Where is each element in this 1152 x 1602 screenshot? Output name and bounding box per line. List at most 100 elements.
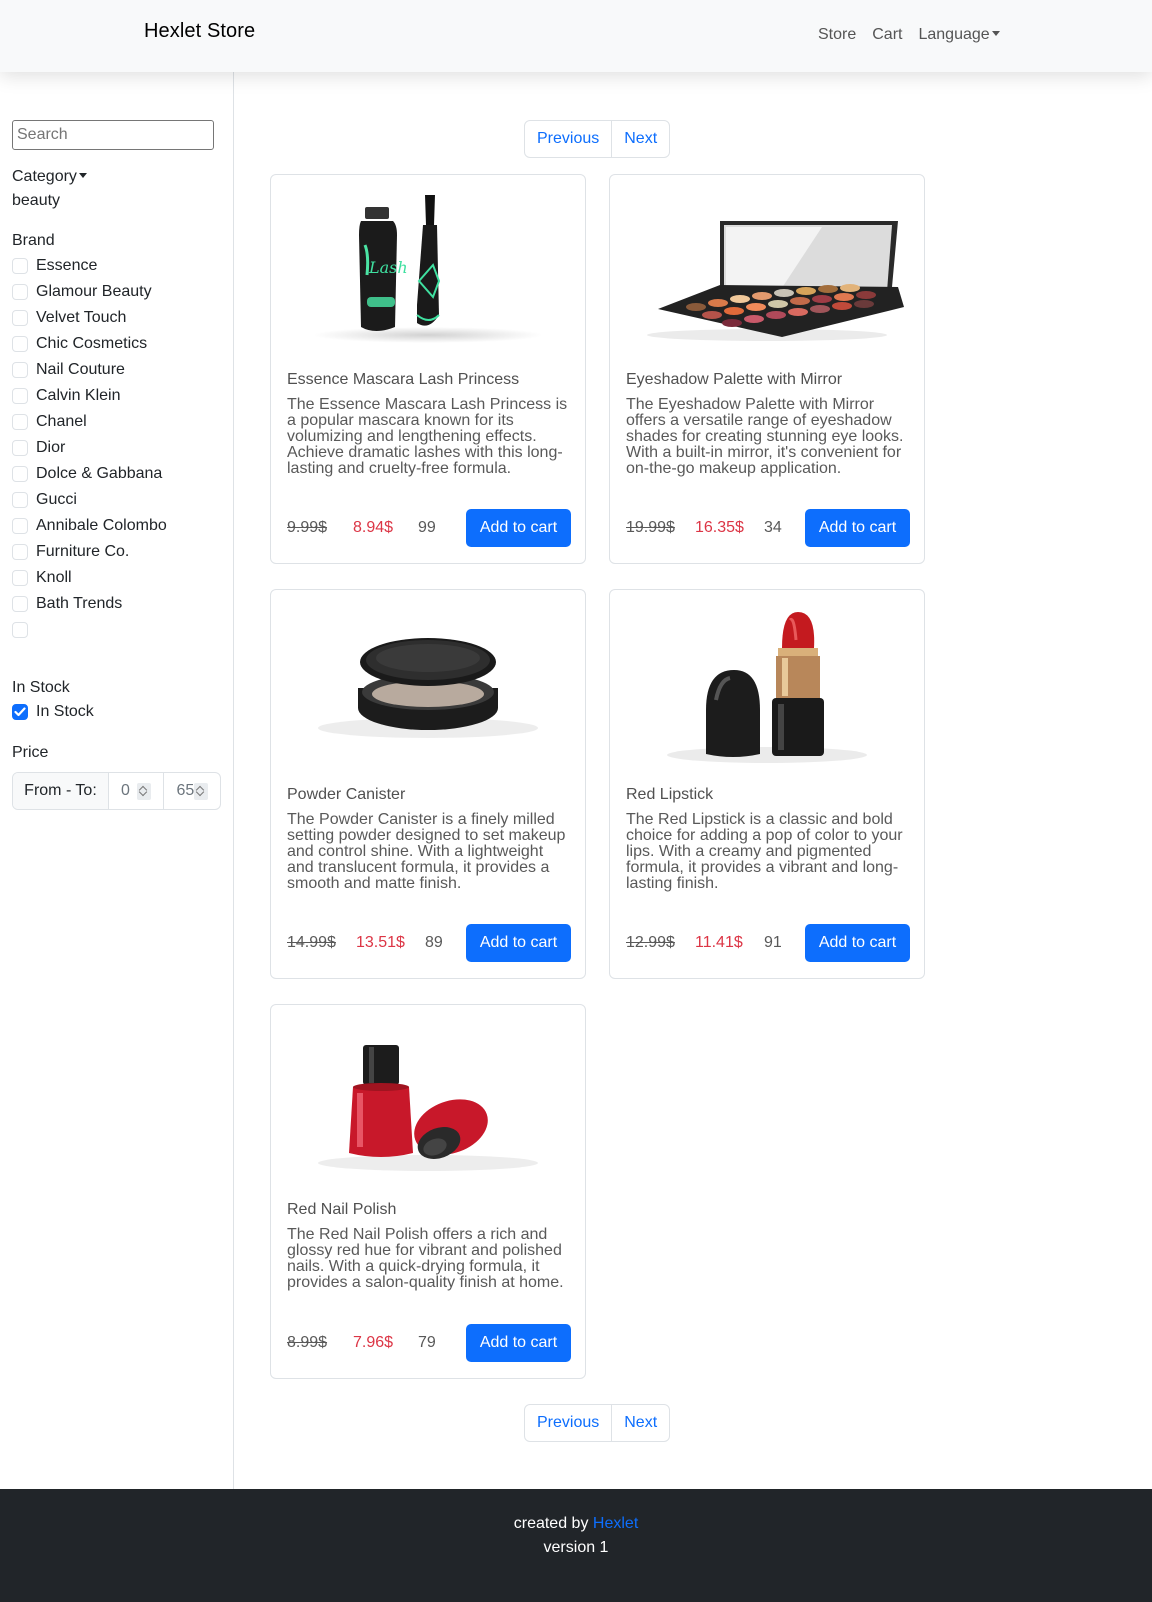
price-to-value: 65: [176, 782, 195, 799]
pagination-bottom: Previous Next: [524, 1404, 671, 1442]
nav-links: Store Cart Language: [818, 26, 1016, 44]
footer-hexlet-link[interactable]: Hexlet: [593, 1515, 638, 1532]
brand-checkbox[interactable]: [12, 284, 28, 300]
sale-price: 7.96$: [353, 1334, 394, 1351]
brand-heading: Brand: [12, 232, 55, 249]
product-footer: 12.99$ 11.41$ 91 Add to cart: [626, 924, 910, 962]
powder-canister-image: [318, 638, 538, 738]
old-price: 19.99$: [626, 519, 675, 536]
brand-label: Annibale Colombo: [36, 517, 167, 534]
product-title[interactable]: Powder Canister: [287, 786, 405, 804]
product-title[interactable]: Red Nail Polish: [287, 1201, 396, 1219]
brand-checkbox-row[interactable]: Bath Trends: [12, 594, 122, 614]
add-to-cart-button[interactable]: Add to cart: [805, 509, 910, 547]
brand-checkbox[interactable]: [12, 518, 28, 534]
search-input[interactable]: [12, 120, 214, 150]
in-stock-checkbox[interactable]: [12, 704, 28, 720]
next-page-button[interactable]: Next: [612, 1405, 669, 1441]
footer-credit: created by Hexlet: [0, 1515, 1152, 1533]
brand-checkbox-row[interactable]: Dolce & Gabbana: [12, 464, 162, 484]
checkmark-icon: [14, 707, 26, 717]
category-dropdown[interactable]: Category: [12, 168, 87, 186]
nav-link-cart[interactable]: Cart: [872, 26, 902, 44]
brand-checkbox-row[interactable]: Chic Cosmetics: [12, 334, 147, 354]
brand-checkbox-row[interactable]: Furniture Co.: [12, 542, 129, 562]
previous-page-button[interactable]: Previous: [525, 121, 613, 157]
brand-checkbox-row[interactable]: Dior: [12, 438, 65, 458]
brand-checkbox[interactable]: [12, 544, 28, 560]
brand-checkbox[interactable]: [12, 596, 28, 612]
brand-checkbox[interactable]: [12, 414, 28, 430]
product-description: The Essence Mascara Lash Princess is a p…: [287, 396, 568, 477]
old-price: 12.99$: [626, 934, 675, 951]
brand-label: Chic Cosmetics: [36, 335, 148, 352]
spinner-icon[interactable]: [194, 783, 208, 800]
nail-polish-image: [318, 1045, 538, 1171]
lipstick-image: [667, 612, 867, 763]
old-price: 9.99$: [287, 519, 328, 536]
product-card: Red Lipstick The Red Lipstick is a class…: [609, 589, 925, 979]
sale-price: 16.35$: [695, 519, 744, 536]
brand-label: Calvin Klein: [36, 387, 121, 404]
add-to-cart-button[interactable]: Add to cart: [466, 924, 571, 962]
add-to-cart-button[interactable]: Add to cart: [466, 1324, 571, 1362]
product-card: Powder Canister The Powder Canister is a…: [270, 589, 586, 979]
product-footer: 19.99$ 16.35$ 34 Add to cart: [626, 509, 910, 547]
price-to-input[interactable]: 65: [164, 773, 220, 809]
brand-checkbox[interactable]: [12, 388, 28, 404]
filter-sidebar: Category beauty Brand Essence Glamour Bea…: [0, 72, 234, 1489]
in-stock-checkbox-row[interactable]: In Stock: [12, 702, 94, 722]
brand-checkbox[interactable]: [12, 258, 28, 274]
product-title[interactable]: Eyeshadow Palette with Mirror: [626, 371, 842, 389]
brand-checkbox-row[interactable]: Velvet Touch: [12, 308, 126, 328]
language-label: Language: [918, 26, 990, 43]
stock-count: 91: [764, 934, 782, 951]
brand-checkbox-row[interactable]: Gucci: [12, 490, 77, 510]
in-stock-heading: In Stock: [12, 679, 70, 696]
brand-checkbox-row[interactable]: [12, 620, 36, 640]
price-range-label: From - To:: [13, 773, 109, 809]
brand-checkbox[interactable]: [12, 310, 28, 326]
brand-checkbox[interactable]: [12, 492, 28, 508]
brand-checkbox-row[interactable]: Chanel: [12, 412, 87, 432]
brand-checkbox[interactable]: [12, 440, 28, 456]
brand-checkbox-row[interactable]: Calvin Klein: [12, 386, 120, 406]
nav-link-store[interactable]: Store: [818, 26, 856, 44]
brand-checkbox[interactable]: [12, 570, 28, 586]
brand-checkbox[interactable]: [12, 622, 28, 638]
product-title[interactable]: Red Lipstick: [626, 786, 713, 804]
next-page-button[interactable]: Next: [612, 121, 669, 157]
brand-checkbox[interactable]: [12, 362, 28, 378]
product-description: The Eyeshadow Palette with Mirror offers…: [626, 396, 904, 477]
sale-price: 11.41$: [695, 934, 743, 951]
category-option-beauty[interactable]: beauty: [12, 192, 60, 210]
spinner-icon[interactable]: [137, 783, 152, 800]
brand-label: Glamour Beauty: [36, 283, 152, 300]
brand-checkbox-row[interactable]: Annibale Colombo: [12, 516, 167, 536]
brand-checkbox[interactable]: [12, 466, 28, 482]
navbar: Hexlet Store Store Cart Language: [0, 0, 1152, 72]
footer-created-by: created by: [513, 1515, 589, 1532]
brand-checkbox[interactable]: [12, 336, 28, 352]
brand-checkbox-row[interactable]: Glamour Beauty: [12, 282, 152, 302]
brand-logo[interactable]: Hexlet Store: [144, 20, 255, 43]
brand-checkbox-row[interactable]: Knoll: [12, 568, 72, 588]
price-from-input[interactable]: 0: [109, 773, 165, 809]
caret-down-icon: [991, 31, 1000, 36]
brand-label: Chanel: [36, 413, 87, 430]
mascara-image: Lash: [313, 195, 543, 343]
brand-checkbox-row[interactable]: Essence: [12, 256, 97, 276]
product-title[interactable]: Essence Mascara Lash Princess: [287, 371, 519, 389]
page-footer: created by Hexlet version 1: [0, 1489, 1152, 1602]
stock-count: 99: [418, 519, 436, 536]
product-card: Red Nail Polish The Red Nail Polish offe…: [270, 1004, 586, 1379]
previous-page-button[interactable]: Previous: [525, 1405, 613, 1441]
add-to-cart-button[interactable]: Add to cart: [805, 924, 910, 962]
language-dropdown[interactable]: Language: [918, 26, 1000, 44]
stock-count: 34: [764, 519, 782, 536]
brand-checkbox-row[interactable]: Nail Couture: [12, 360, 125, 380]
brand-label: Bath Trends: [36, 595, 123, 612]
add-to-cart-button[interactable]: Add to cart: [466, 509, 571, 547]
price-from-value: 0: [120, 782, 130, 799]
product-footer: 8.99$ 7.96$ 79 Add to cart: [287, 1324, 571, 1362]
